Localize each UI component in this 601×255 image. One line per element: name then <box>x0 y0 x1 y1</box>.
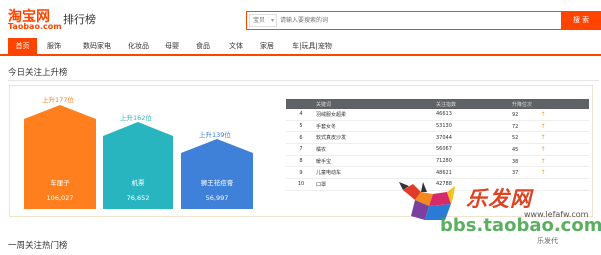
nav-item-apparel[interactable]: 服饰 <box>40 38 68 54</box>
row-change-cell: 72 ↑ <box>512 120 589 133</box>
nav-item-home[interactable]: 首页 <box>8 38 37 54</box>
row-keyword[interactable]: 羽绒服女超柔 <box>316 109 436 121</box>
row-keyword[interactable]: 手套女冬 <box>316 120 436 133</box>
nav-item-electronics[interactable]: 数码家电 <box>77 38 117 54</box>
row-change: 37 <box>512 170 519 177</box>
row-index: 56067 <box>436 143 512 156</box>
section-divider <box>8 80 599 81</box>
top-header: 淘宝网 Taobao.com 排行榜 宝贝 ▾ 搜 索 <box>0 0 601 36</box>
col-header-index: 关注指数 <box>436 99 512 109</box>
row-change: 52 <box>512 135 519 142</box>
nav-item-baby[interactable]: 母婴 <box>161 38 183 54</box>
search-input[interactable] <box>280 14 500 27</box>
col-header-rank <box>286 99 316 109</box>
row-rank: 7 <box>286 143 316 156</box>
search-button[interactable]: 搜 索 <box>561 12 601 29</box>
row-change: 45 <box>512 146 519 153</box>
row-change: 72 <box>512 123 519 130</box>
row-index: 46613 <box>436 109 512 121</box>
search-scope-select[interactable]: 宝贝 ▾ <box>249 14 277 27</box>
table-row[interactable]: 5 手套女冬 53130 72 ↑ <box>286 120 589 133</box>
up-arrow-icon: ↑ <box>540 134 546 142</box>
up-arrow-icon: ↑ <box>540 145 546 153</box>
row-change-cell: 45 ↑ <box>512 143 589 156</box>
col-header-change: 升降位次 <box>512 99 589 109</box>
page-title: 排行榜 <box>63 13 96 26</box>
table-row[interactable]: 4 羽绒服女超柔 46613 92 ↑ <box>286 109 589 121</box>
watermark-url-alt: www.lefafw.com <box>524 210 589 219</box>
row-keyword[interactable]: 暖手宝 <box>316 155 436 168</box>
search-scope-label: 宝贝 <box>253 17 266 24</box>
row-keyword[interactable]: 儿童电动车 <box>316 166 436 180</box>
row-rank: 8 <box>286 155 316 168</box>
watermark-tag: 乐发代 <box>537 237 558 245</box>
row-keyword[interactable]: 软式真皮沙发 <box>316 131 436 145</box>
row-rank: 6 <box>286 131 316 145</box>
search-bar: 宝贝 ▾ 搜 索 <box>246 11 601 30</box>
rising-table: 关键词 关注指数 升降位次 4 羽绒服女超柔 46613 92 ↑ 5 手套女冬 … <box>286 99 589 191</box>
nav-item-car-toys-pets[interactable]: 车|玩具|宠物 <box>288 38 336 54</box>
podium-name-2: 机票 <box>131 179 145 187</box>
nav-item-home-goods[interactable]: 家居 <box>256 38 278 54</box>
table-row[interactable]: 7 橘农 56067 45 ↑ <box>286 143 589 156</box>
rise-label-3: 上升139位 <box>199 131 231 139</box>
section-title-rising: 今日关注上升榜 <box>8 68 68 78</box>
nav-item-food[interactable]: 食品 <box>192 38 214 54</box>
up-arrow-icon: ↑ <box>540 169 546 177</box>
up-arrow-icon: ↑ <box>540 110 546 118</box>
row-index: 71280 <box>436 155 512 168</box>
watermark-brand: 乐发网 <box>466 186 532 211</box>
podium-name-3: 狮王祛痘膏 <box>200 179 234 187</box>
podium-value-1: 106,027 <box>46 194 74 202</box>
taobao-logo[interactable]: 淘宝网 Taobao.com <box>8 6 68 32</box>
row-index: 37044 <box>436 131 512 145</box>
rise-label-2: 上升162位 <box>120 114 152 122</box>
nav-item-sports[interactable]: 文体 <box>225 38 247 54</box>
row-rank: 5 <box>286 120 316 133</box>
section-title-weekly: 一周关注热门榜 <box>8 241 68 251</box>
row-rank: 10 <box>286 178 316 191</box>
row-index: 48621 <box>436 166 512 180</box>
rise-label-1: 上升177位 <box>42 96 74 104</box>
row-change-cell: 38 ↑ <box>512 155 589 168</box>
podium-name-1: 车厘子 <box>50 179 70 187</box>
table-row[interactable]: 9 儿童电动车 48621 37 ↑ <box>286 166 589 180</box>
up-arrow-icon: ↑ <box>540 157 546 165</box>
chevron-down-icon: ▾ <box>270 17 274 24</box>
table-row[interactable]: 8 暖手宝 71280 38 ↑ <box>286 155 589 168</box>
row-change: 38 <box>512 158 519 165</box>
row-change-cell: 92 ↑ <box>512 109 589 121</box>
row-change-cell: 37 ↑ <box>512 166 589 180</box>
row-index: 53130 <box>436 120 512 133</box>
table-row[interactable]: 6 软式真皮沙发 37044 52 ↑ <box>286 131 589 145</box>
podium-value-2: 76,652 <box>126 194 150 202</box>
row-change: 92 <box>512 111 519 118</box>
col-header-keyword: 关键词 <box>316 99 436 109</box>
podium-value-3: 56,997 <box>205 194 229 202</box>
logo-sub-text: Taobao.com <box>8 22 62 31</box>
category-nav: 首页 服饰 数码家电 化妆品 母婴 食品 文体 家居 车|玩具|宠物 <box>0 38 601 56</box>
row-rank: 9 <box>286 166 316 180</box>
row-keyword[interactable]: 橘农 <box>316 143 436 156</box>
up-arrow-icon: ↑ <box>540 122 546 130</box>
row-change-cell: 52 ↑ <box>512 131 589 145</box>
row-rank: 4 <box>286 109 316 121</box>
nav-item-cosmetics[interactable]: 化妆品 <box>122 38 155 54</box>
table-header-row: 关键词 关注指数 升降位次 <box>286 99 589 109</box>
